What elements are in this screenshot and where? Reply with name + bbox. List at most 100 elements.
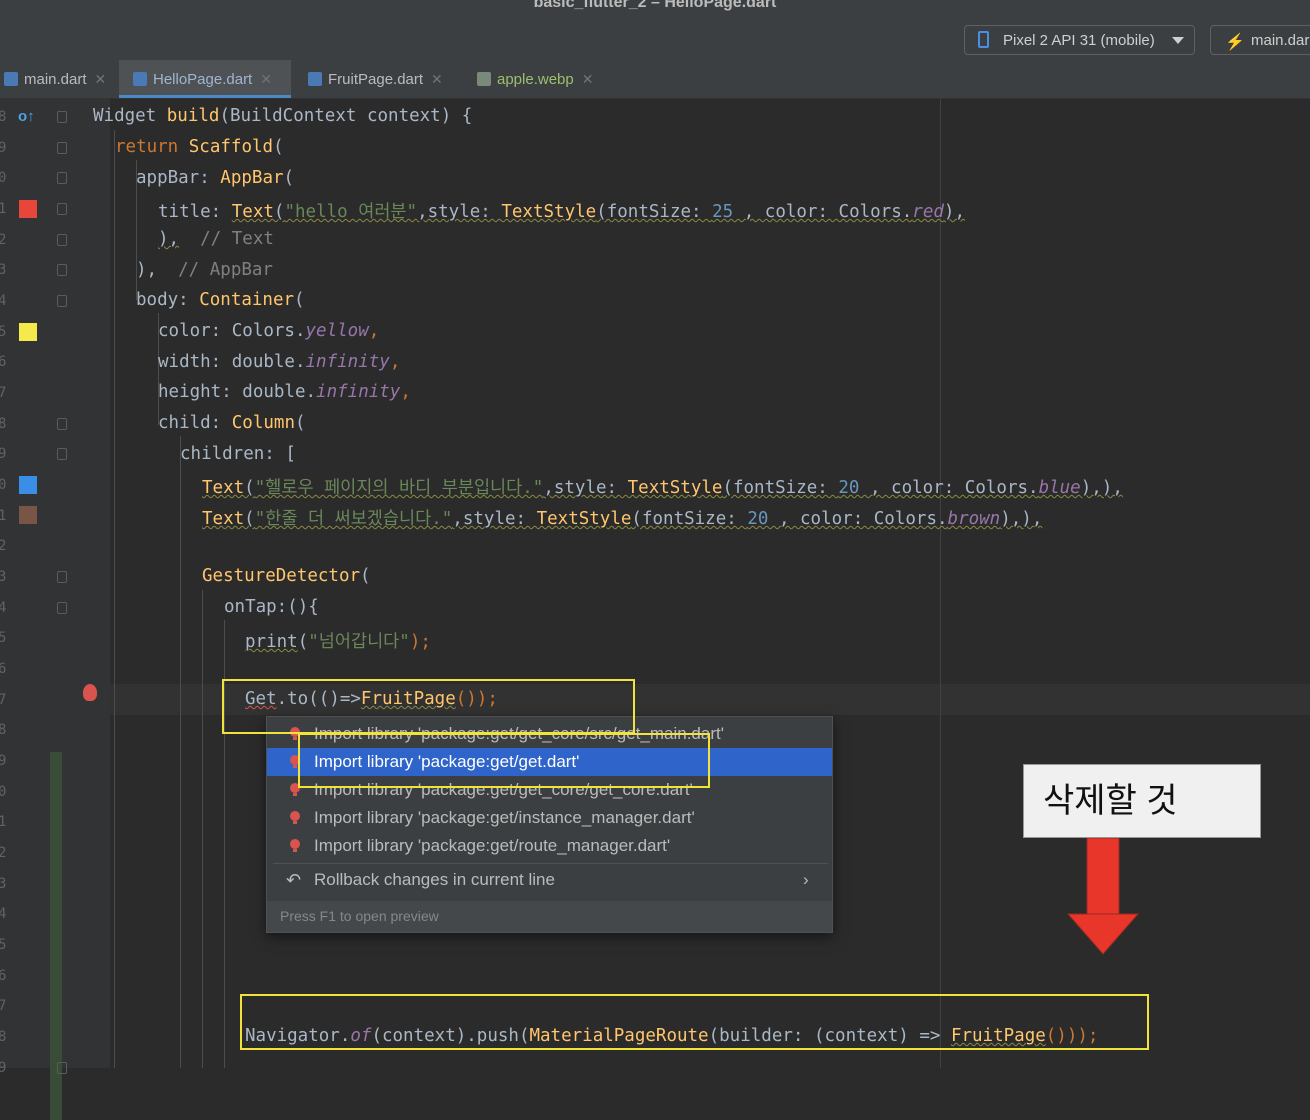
code-comment: // Text	[179, 229, 274, 249]
line-number: 2	[0, 845, 7, 861]
fold-icon[interactable]	[57, 448, 67, 460]
code-line[interactable]: return Scaffold(	[115, 137, 284, 157]
code-line[interactable]: width: double.infinity,	[158, 352, 400, 372]
fold-icon[interactable]	[57, 203, 67, 215]
device-selector[interactable]: Pixel 2 API 31 (mobile)	[964, 25, 1195, 55]
quick-fix-label: Import library 'package:get/instance_man…	[314, 808, 695, 827]
line-number: 8	[0, 1029, 7, 1045]
code-token: , color: Colors.	[768, 509, 948, 529]
code-token: 20	[747, 509, 769, 529]
tab-hellopage-dart[interactable]: HelloPage.dart ✕	[119, 60, 291, 98]
code-token: ),	[943, 202, 965, 222]
tab-apple-webp[interactable]: apple.webp ✕	[477, 60, 593, 98]
color-swatch-brown[interactable]	[19, 506, 37, 524]
code-line[interactable]: ), // AppBar	[136, 260, 273, 280]
code-token: print	[245, 632, 298, 652]
line-number: 5	[0, 937, 7, 953]
chevron-right-icon: ›	[803, 870, 809, 889]
run-config-selector[interactable]: ⚡ main.dar	[1210, 25, 1310, 55]
code-token: Column	[231, 413, 295, 433]
chevron-down-icon	[1172, 37, 1184, 44]
code-token: infinity	[316, 382, 401, 402]
highlight-box-get-to	[222, 679, 635, 734]
code-line[interactable]: print("넘어갑니다");	[245, 628, 431, 653]
tab-main-dart[interactable]: main.dart ✕	[0, 60, 106, 98]
close-icon[interactable]: ✕	[95, 71, 107, 87]
highlight-box-import	[298, 733, 710, 788]
code-token: return	[115, 137, 189, 157]
popup-footer: Press F1 to open preview	[267, 901, 832, 932]
code-token: ),),	[1080, 478, 1123, 498]
error-bulb-icon[interactable]	[83, 684, 97, 701]
fold-icon[interactable]	[57, 1062, 67, 1074]
fold-icon[interactable]	[57, 111, 67, 123]
code-token: (	[283, 168, 295, 188]
fold-icon[interactable]	[57, 142, 67, 154]
fold-icon[interactable]	[57, 571, 67, 583]
code-token: Container	[199, 290, 295, 310]
line-number: 7	[0, 692, 7, 708]
code-token: , color: Colors.	[859, 478, 1039, 498]
code-line[interactable]: onTap:(){	[224, 597, 319, 617]
code-token: "hello 여러분"	[284, 202, 418, 222]
line-number: 0	[0, 170, 7, 186]
popup-footer-hint: Press F1 to open preview	[280, 908, 439, 924]
fold-icon[interactable]	[57, 295, 67, 307]
line-number: 4	[0, 906, 7, 922]
code-line[interactable]: Text("한줄 더 써보겠습니다.",style: TextStyle(fon…	[202, 505, 1042, 530]
code-token: title:	[158, 202, 232, 222]
code-token: (	[244, 478, 255, 498]
code-token: "헬로우 페이지의 바디 부분입니다."	[254, 478, 544, 498]
color-swatch-blue[interactable]	[19, 476, 37, 494]
code-token: (fontSize:	[596, 202, 713, 222]
close-icon[interactable]: ✕	[260, 71, 272, 87]
code-line[interactable]: child: Column(	[158, 413, 306, 433]
line-number: 2	[0, 538, 7, 554]
code-token: 20	[838, 478, 860, 498]
code-token: (	[273, 137, 284, 157]
rollback-item[interactable]: ↶ Rollback changes in current line ›	[267, 866, 832, 894]
code-line[interactable]: appBar: AppBar(	[136, 168, 294, 188]
close-icon[interactable]: ✕	[431, 71, 443, 87]
code-token: children: [	[180, 444, 296, 464]
code-token: build	[166, 106, 220, 126]
line-number: 6	[0, 968, 7, 984]
color-swatch-red[interactable]	[19, 200, 37, 218]
code-token: (	[360, 566, 371, 586]
fold-icon[interactable]	[57, 234, 67, 246]
code-line[interactable]: children: [	[180, 444, 296, 464]
flutter-icon: ⚡	[1225, 34, 1245, 51]
code-token: Widget	[93, 106, 167, 126]
code-token: height: double.	[158, 382, 317, 402]
quick-fix-item[interactable]: Import library 'package:get/instance_man…	[267, 804, 832, 832]
code-line[interactable]: height: double.infinity,	[158, 382, 411, 402]
popup-divider	[273, 863, 828, 864]
line-number: 9	[0, 1060, 7, 1076]
fold-icon[interactable]	[57, 418, 67, 430]
override-method-icon[interactable]: o↑	[18, 108, 35, 125]
down-arrow-icon	[1066, 838, 1140, 955]
code-line[interactable]: Widget build(BuildContext context) {	[93, 106, 472, 126]
code-line[interactable]: GestureDetector(	[202, 566, 371, 586]
quick-fix-item[interactable]: Import library 'package:get/route_manage…	[267, 832, 832, 860]
code-token: TextStyle	[501, 202, 597, 222]
code-token: ,	[389, 352, 401, 372]
line-number: 7	[0, 998, 7, 1014]
code-line[interactable]: Text("헬로우 페이지의 바디 부분입니다.",style: TextSty…	[202, 474, 1123, 499]
code-line[interactable]: ), // Text	[158, 229, 274, 249]
tab-fruitpage-dart[interactable]: FruitPage.dart ✕	[308, 60, 443, 98]
fold-icon[interactable]	[57, 172, 67, 184]
color-swatch-yellow[interactable]	[19, 323, 37, 341]
code-line[interactable]: title: Text("hello 여러분",style: TextStyle…	[158, 198, 965, 223]
code-token: , color: Colors.	[733, 202, 913, 222]
fold-icon[interactable]	[57, 602, 67, 614]
undo-icon: ↶	[286, 870, 302, 890]
code-token: 25	[712, 202, 734, 222]
code-line[interactable]: body: Container(	[136, 290, 305, 310]
fold-icon[interactable]	[57, 264, 67, 276]
code-line[interactable]: color: Colors.yellow,	[158, 321, 379, 341]
code-token: color: Colors.	[158, 321, 306, 341]
close-icon[interactable]: ✕	[582, 71, 594, 87]
code-token: ),	[158, 229, 180, 249]
line-number: 5	[0, 630, 7, 646]
